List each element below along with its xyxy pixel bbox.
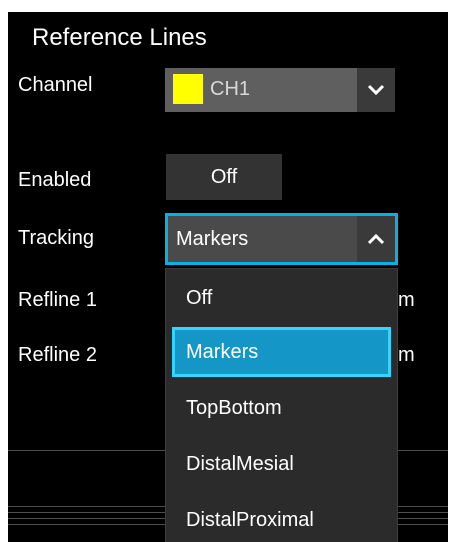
option-distalproximal[interactable]: DistalProximal	[172, 495, 391, 542]
refline2-unit-partial: m	[398, 344, 415, 366]
refline2-label: Refline 2	[18, 344, 97, 366]
tracking-select[interactable]: Markers	[165, 213, 398, 265]
channel-color-swatch	[173, 74, 203, 104]
channel-value: CH1	[210, 78, 251, 100]
channel-label: Channel	[18, 74, 93, 96]
option-distalmesial[interactable]: DistalMesial	[172, 439, 391, 489]
tracking-value: Markers	[176, 228, 249, 250]
refline1-unit-partial: m	[398, 289, 415, 311]
panel-title: Reference Lines	[32, 24, 207, 51]
chevron-down-icon[interactable]	[357, 68, 395, 112]
enabled-toggle-button[interactable]: Off	[166, 154, 282, 200]
reference-lines-panel: Reference Lines Channel CH1 Enabled Off …	[8, 12, 448, 542]
enabled-label: Enabled	[18, 169, 92, 191]
refline1-label: Refline 1	[18, 289, 97, 311]
tracking-label: Tracking	[18, 227, 94, 249]
channel-select[interactable]: CH1	[165, 68, 395, 112]
chevron-up-icon[interactable]	[357, 216, 395, 262]
tracking-dropdown-list[interactable]: Off Markers TopBottom DistalMesial Dista…	[165, 268, 398, 542]
option-markers[interactable]: Markers	[172, 327, 391, 377]
option-off[interactable]: Off	[172, 273, 391, 323]
option-topbottom[interactable]: TopBottom	[172, 383, 391, 433]
